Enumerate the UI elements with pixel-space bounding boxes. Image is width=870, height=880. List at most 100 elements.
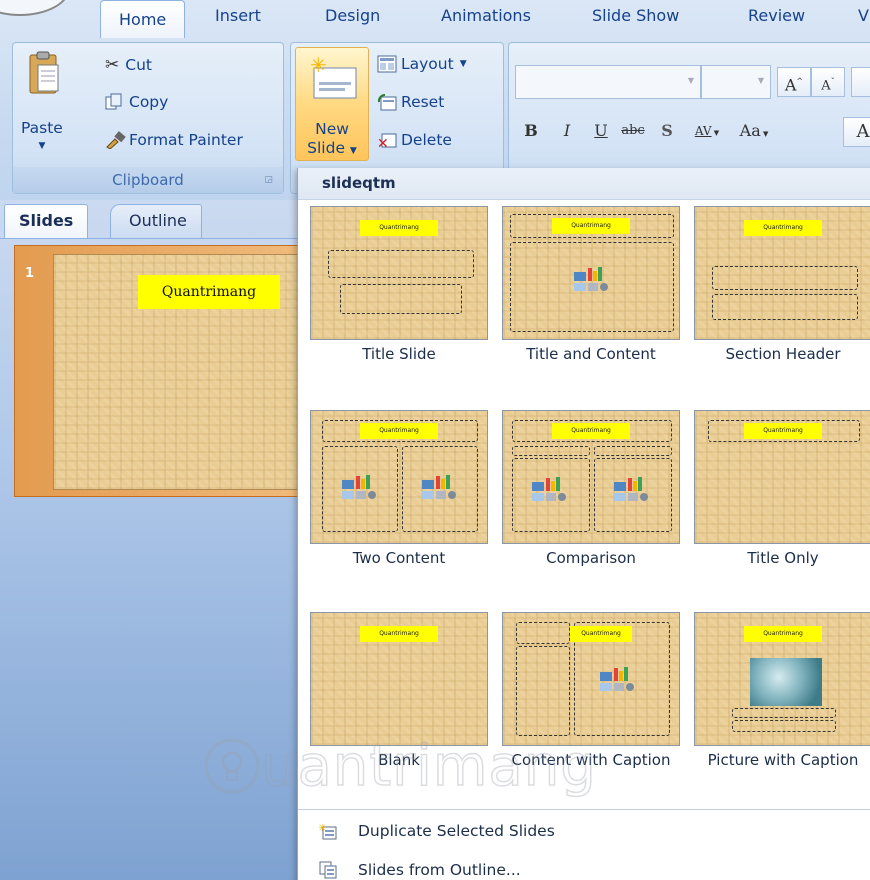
tab-outline[interactable]: Outline [110,204,202,238]
chevron-down-icon: ▼ [760,130,769,138]
layout-name: Picture with Caption [707,751,859,769]
thumb-title-text: Quantrimang [360,423,438,439]
duplicate-slides-icon: ✳ [298,822,358,840]
svg-text:✳: ✳ [319,823,326,834]
paste-label-button[interactable]: Paste ▼ [21,119,63,155]
paste-label: Paste [21,119,63,137]
duplicate-selected-slides-label: Duplicate Selected Slides [358,822,555,840]
outline-icon [298,861,358,879]
clipboard-group-label: Clipboard ◲ [13,167,283,193]
slide-thumbnail-selected[interactable]: 1 Quantrimang [14,245,313,497]
layout-thumb: Quantrimang [310,612,488,746]
layout-thumb: Quantrimang [310,206,488,340]
tab-slide-show[interactable]: Slide Show [592,6,679,25]
tab-home[interactable]: Home [100,0,186,38]
layout-name: Title Only [747,549,819,567]
menu-separator [298,809,870,810]
thumb-title-text: Quantrimang [744,626,822,642]
title-placeholder [516,622,570,644]
reset-label: Reset [401,93,445,111]
layout-thumb: Quantrimang [502,206,680,340]
content-insert-icon [532,477,566,501]
ribbon-tabs: Home Insert Design Animations Slide Show… [0,0,870,38]
duplicate-selected-slides-item[interactable]: ✳ Duplicate Selected Slides [298,813,870,849]
content-insert-icon [614,477,648,501]
caption-placeholder [516,646,570,736]
caption-placeholder [732,720,836,732]
thumb-title-text: Quantrimang [570,626,632,642]
font-size-combo[interactable]: ▼ [701,65,771,99]
slides-from-outline-item[interactable]: Slides from Outline... [298,852,870,880]
new-slide-button[interactable]: ✳ New Slide ▼ [295,47,369,161]
layout-name: Section Header [725,345,841,363]
paste-button[interactable] [21,51,67,97]
subtitle-placeholder [340,284,462,314]
reset-button[interactable]: Reset [377,93,444,111]
pane-tabs: Slides Outline [0,204,298,238]
clipboard-icon [28,51,60,97]
layout-button[interactable]: Layout ▼ [377,55,467,73]
change-case-button[interactable]: Aa ▼ [731,117,777,147]
font-name-combo[interactable]: ▼ [515,65,701,99]
tab-insert[interactable]: Insert [215,6,261,25]
thumb-title-text: Quantrimang [360,220,438,236]
strikethrough-button[interactable]: abc [615,117,651,147]
svg-text:✕: ✕ [377,136,389,149]
underline-button[interactable]: U [587,117,615,147]
layout-thumb: Quantrimang [310,410,488,544]
layout-thumb: Quantrimang [694,206,870,340]
tab-animations[interactable]: Animations [441,6,531,25]
new-slide-line2: Slide [307,139,345,157]
font-color-button[interactable]: A [843,117,870,147]
clear-format-button[interactable] [851,67,870,97]
content-insert-icon [422,475,456,499]
title-placeholder [328,250,474,278]
thumb-title-text: Quantrimang [552,423,630,439]
svg-text:✳: ✳ [310,54,327,77]
text-placeholder [712,294,858,320]
copy-label: Copy [129,93,169,111]
tab-review[interactable]: Review [748,6,805,25]
tab-view[interactable]: V [858,6,869,25]
layout-name: Title Slide [362,345,436,363]
title-placeholder [732,708,836,718]
slide-1-preview[interactable]: Quantrimang [53,254,313,490]
clipboard-label-text: Clipboard [112,171,184,189]
content-insert-icon [342,475,376,499]
new-slide-icon: ✳ [308,53,358,100]
gallery-theme-header: slideqtm [298,168,870,200]
shrink-font-button[interactable]: Aˇ [811,67,845,97]
char-spacing-button[interactable]: AV ▼ [685,117,729,147]
layout-thumb: Quantrimang [694,612,870,746]
grow-font-button[interactable]: A^ [777,67,811,97]
layout-thumb: Quantrimang [694,410,870,544]
grow-font-label: A [784,75,797,95]
pane-tab-divider [0,238,298,239]
bold-button[interactable]: B [515,117,547,147]
chevron-down-icon: ▼ [38,141,46,151]
text-shadow-button[interactable]: S [653,117,681,147]
new-slide-label: New Slide ▼ [296,120,368,161]
scissors-icon: ✂ [105,55,120,75]
thumb-title-text: Quantrimang [552,218,630,234]
change-case-label: Aa [739,121,761,140]
italic-button[interactable]: I [553,117,581,147]
layout-label: Layout [401,55,454,73]
thumb-title-text: Quantrimang [360,626,438,642]
delete-button[interactable]: ✕ Delete [377,131,452,152]
thumb-title-text: Quantrimang [744,423,822,439]
cut-button[interactable]: ✂ Cut [105,55,152,75]
layout-name: Title and Content [526,345,656,363]
chevron-down-icon: ▼ [349,146,357,156]
paintbrush-icon [105,131,126,150]
tab-design[interactable]: Design [325,6,380,25]
chevron-down-icon: ▼ [757,76,764,85]
chevron-down-icon: ▼ [711,129,720,137]
tab-slides[interactable]: Slides [4,204,89,238]
shrink-font-label: A [821,78,831,94]
copy-button[interactable]: Copy [105,93,168,111]
format-painter-button[interactable]: Format Painter [105,131,243,150]
format-painter-label: Format Painter [129,131,243,149]
dialog-launcher-icon[interactable]: ◲ [264,167,273,193]
layout-thumb: Quantrimang [502,612,680,746]
